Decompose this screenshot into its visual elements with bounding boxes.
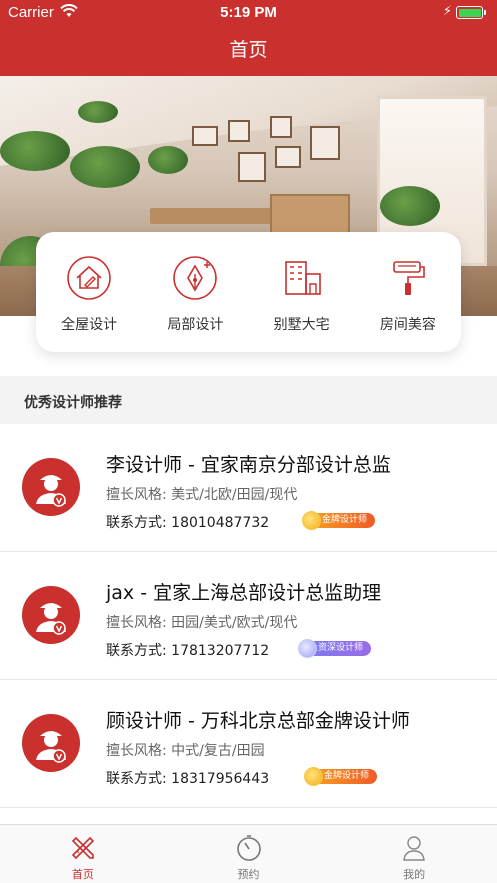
designer-avatar-icon xyxy=(36,475,66,507)
tab-label: 我的 xyxy=(403,868,426,881)
tab-profile[interactable]: 我的 xyxy=(331,825,497,883)
charging-icon: ⚡ xyxy=(442,4,452,19)
section-title: 优秀设计师推荐 xyxy=(24,395,122,411)
avatar xyxy=(22,458,80,516)
status-bar: Carrier 5:19 PM ⚡ xyxy=(0,0,497,26)
gold-designer-badge: 金牌设计师 xyxy=(302,511,376,530)
designer-name: 顾设计师 - 万科北京总部金牌设计师 xyxy=(106,710,410,732)
medal-icon xyxy=(302,511,321,530)
gold-designer-badge: 金牌设计师 xyxy=(304,767,378,786)
category-label: 全屋设计 xyxy=(61,317,118,333)
category-label: 别墅大宅 xyxy=(273,317,330,333)
list-item[interactable]: jax - 宜家上海总部设计总监助理 擅长风格: 田园/美式/欧式/现代 联系方… xyxy=(0,552,497,680)
timer-icon xyxy=(236,835,261,861)
user-icon xyxy=(403,836,425,861)
tab-appointment[interactable]: 预约 xyxy=(166,825,332,883)
category-partial[interactable]: 局部设计 xyxy=(142,232,248,352)
list-item[interactable]: 顾设计师 - 万科北京总部金牌设计师 擅长风格: 中式/复古/田园 联系方式: … xyxy=(0,680,497,808)
avatar xyxy=(22,586,80,644)
pen-nib-icon xyxy=(173,256,218,300)
tab-home[interactable]: 首页 xyxy=(0,825,166,883)
category-label: 房间美容 xyxy=(379,317,436,333)
villa-building-icon xyxy=(284,261,321,295)
tab-bar: 首页 预约 我的 xyxy=(0,824,497,883)
designer-name: jax - 宜家上海总部设计总监助理 xyxy=(106,582,382,604)
category-label: 局部设计 xyxy=(167,317,224,333)
tab-label: 预约 xyxy=(237,868,260,881)
list-item[interactable]: 李设计师 - 宜家南京分部设计总监 擅长风格: 美式/北欧/田园/现代 联系方式… xyxy=(0,424,497,552)
designer-contact: 联系方式: 18010487732 xyxy=(106,515,270,531)
battery-icon xyxy=(456,6,486,19)
category-menu: 全屋设计 局部设计 别墅大宅 房间美容 xyxy=(36,232,461,352)
medal-icon xyxy=(304,767,323,786)
paint-roller-icon xyxy=(393,261,425,295)
designer-style: 擅长风格: 美式/北欧/田园/现代 xyxy=(106,487,298,503)
designer-contact: 联系方式: 18317956443 xyxy=(106,771,270,787)
designer-name: 李设计师 - 宜家南京分部设计总监 xyxy=(106,454,391,476)
designer-list: 李设计师 - 宜家南京分部设计总监 擅长风格: 美式/北欧/田园/现代 联系方式… xyxy=(0,424,497,808)
designer-style: 擅长风格: 田园/美式/欧式/现代 xyxy=(106,615,298,631)
designer-style: 擅长风格: 中式/复古/田园 xyxy=(106,743,265,759)
designer-contact: 联系方式: 17813207712 xyxy=(106,643,270,659)
clock-time: 5:19 PM xyxy=(220,4,277,21)
diamond-icon xyxy=(298,639,317,658)
senior-designer-badge: 资深设计师 xyxy=(298,639,372,658)
pencil-ruler-icon xyxy=(71,836,94,860)
category-room-beauty[interactable]: 房间美容 xyxy=(355,232,461,352)
designer-avatar-icon xyxy=(36,731,66,763)
designer-avatar-icon xyxy=(36,603,66,635)
nav-bar: 首页 xyxy=(0,26,497,76)
tab-label: 首页 xyxy=(71,868,94,881)
section-header: 优秀设计师推荐 xyxy=(0,376,497,424)
category-whole-house[interactable]: 全屋设计 xyxy=(36,232,142,352)
house-design-icon xyxy=(67,256,111,300)
category-villa[interactable]: 别墅大宅 xyxy=(249,232,355,352)
page-title: 首页 xyxy=(229,39,268,61)
avatar xyxy=(22,714,80,772)
